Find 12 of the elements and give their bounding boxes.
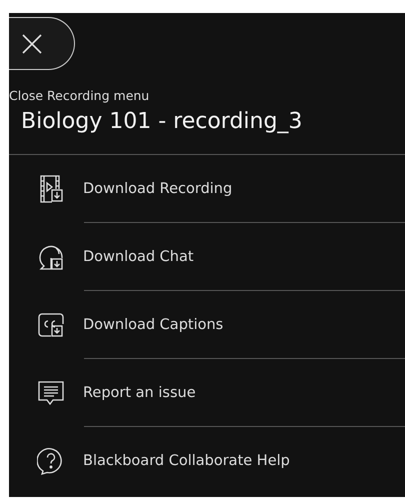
close-icon xyxy=(21,32,43,54)
recording-title: Biology 101 - recording_3 xyxy=(21,109,304,134)
report-message-icon xyxy=(37,378,65,406)
captions-download-icon xyxy=(37,310,65,338)
help-icon xyxy=(37,446,65,474)
close-button[interactable] xyxy=(9,17,75,70)
close-label: Close Recording menu xyxy=(9,88,150,103)
menu-item[interactable]: Download Recording xyxy=(9,155,405,222)
menu-item[interactable]: Download Captions xyxy=(9,291,405,358)
menu-item[interactable]: Download Chat xyxy=(9,223,405,290)
menu-item[interactable]: Report an issue xyxy=(9,359,405,426)
menu-item[interactable]: Blackboard Collaborate Help xyxy=(9,427,405,494)
